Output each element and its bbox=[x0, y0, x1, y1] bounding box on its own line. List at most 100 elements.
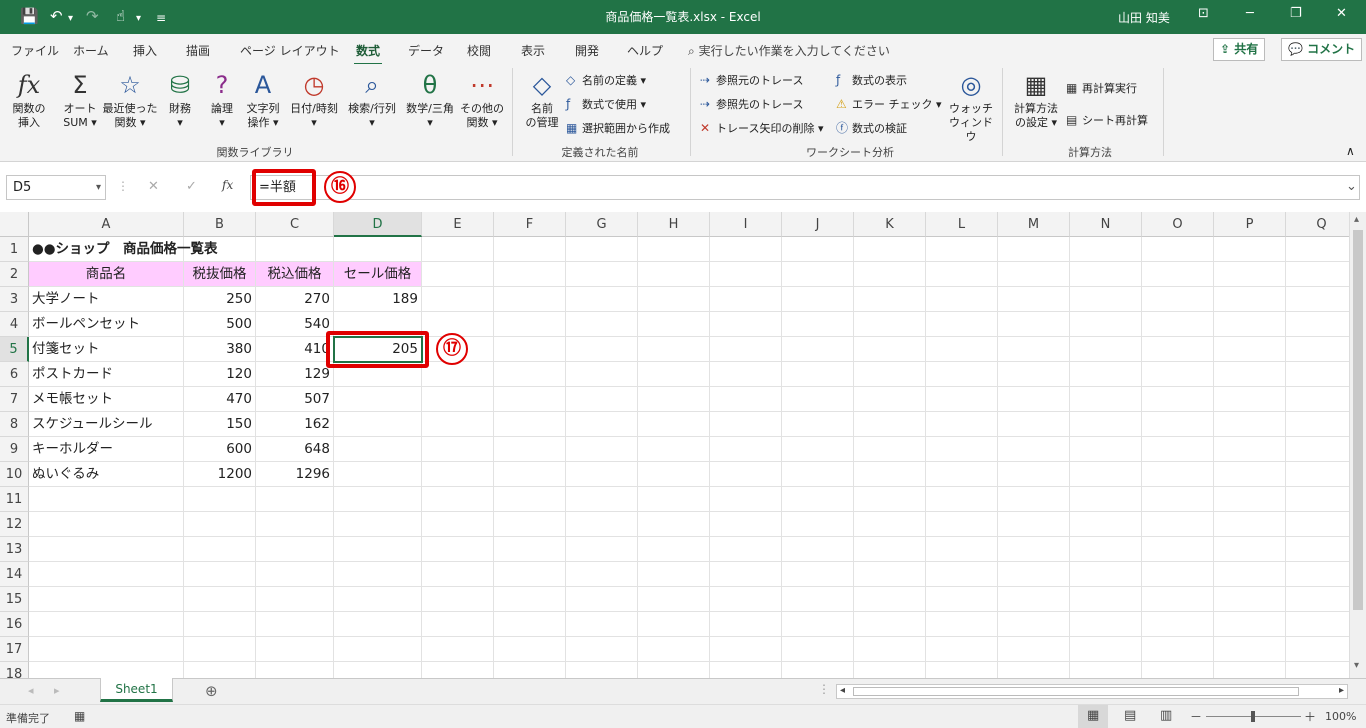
column-header-a[interactable]: A bbox=[29, 212, 184, 237]
row-header-18[interactable]: 18 bbox=[0, 662, 29, 678]
column-header-n[interactable]: N bbox=[1070, 212, 1142, 237]
calculate-sheet-button[interactable]: ▤ シート再計算 bbox=[1066, 113, 1148, 128]
row-header-7[interactable]: 7 bbox=[0, 387, 29, 412]
cell-c2[interactable]: 税込価格 bbox=[256, 262, 334, 287]
row-header-16[interactable]: 16 bbox=[0, 612, 29, 637]
row-header-3[interactable]: 3 bbox=[0, 287, 29, 312]
tab-split-grip-icon[interactable]: ⋮ bbox=[818, 682, 830, 696]
recently-used-button[interactable]: ☆ 最近使った 関数 ▾ bbox=[100, 70, 160, 130]
text-button[interactable]: A 文字列 操作 ▾ bbox=[242, 70, 284, 130]
row-header-13[interactable]: 13 bbox=[0, 537, 29, 562]
zoom-out-icon[interactable]: － bbox=[1190, 708, 1202, 725]
name-manager-button[interactable]: ◇ 名前 の管理 bbox=[520, 70, 564, 130]
restore-icon[interactable]: ❐ bbox=[1290, 6, 1302, 21]
row-header-1[interactable]: 1 bbox=[0, 237, 29, 262]
tab-help[interactable]: ヘルプ bbox=[627, 42, 663, 59]
cell-a1[interactable]: ●●ショップ 商品価格一覧表 bbox=[29, 237, 218, 262]
column-header-c[interactable]: C bbox=[256, 212, 334, 237]
share-button[interactable]: ⇪ 共有 bbox=[1213, 38, 1266, 61]
scroll-left-icon[interactable]: ◂ bbox=[840, 685, 845, 696]
sheet-tab-sheet1[interactable]: Sheet1 bbox=[100, 678, 173, 702]
scroll-right-icon[interactable]: ▸ bbox=[1339, 685, 1344, 696]
horizontal-scrollbar[interactable]: ◂ ▸ bbox=[836, 684, 1348, 699]
cell-a8[interactable]: スケジュールシール bbox=[29, 412, 184, 437]
cell-c9[interactable]: 648 bbox=[256, 437, 334, 462]
tab-formulas[interactable]: 数式 bbox=[353, 42, 383, 66]
lookup-button[interactable]: ⌕ 検索/行列 ▾ bbox=[344, 70, 400, 130]
insert-function-button[interactable]: fx 関数の 挿入 bbox=[6, 70, 52, 130]
cell-c4[interactable]: 540 bbox=[256, 312, 334, 337]
cell-c6[interactable]: 129 bbox=[256, 362, 334, 387]
cell-a7[interactable]: メモ帳セット bbox=[29, 387, 184, 412]
row-header-9[interactable]: 9 bbox=[0, 437, 29, 462]
show-formulas-button[interactable]: ƒ 数式の表示 bbox=[836, 73, 907, 88]
tab-page-layout[interactable]: ページ レイアウト bbox=[240, 42, 340, 59]
cell-b2[interactable]: 税抜価格 bbox=[184, 262, 256, 287]
row-header-5[interactable]: 5 bbox=[0, 337, 29, 362]
row-header-8[interactable]: 8 bbox=[0, 412, 29, 437]
calculate-now-button[interactable]: ▦ 再計算実行 bbox=[1066, 81, 1137, 96]
column-header-e[interactable]: E bbox=[422, 212, 494, 237]
column-header-q[interactable]: Q bbox=[1286, 212, 1358, 237]
cell-a5[interactable]: 付箋セット bbox=[29, 337, 184, 362]
row-header-2[interactable]: 2 bbox=[0, 262, 29, 287]
page-break-view-icon[interactable]: ▥ bbox=[1160, 708, 1172, 723]
row-header-11[interactable]: 11 bbox=[0, 487, 29, 512]
column-header-g[interactable]: G bbox=[566, 212, 638, 237]
row-header-12[interactable]: 12 bbox=[0, 512, 29, 537]
collapse-ribbon-icon[interactable]: ∧ bbox=[1346, 144, 1355, 158]
cell-b3[interactable]: 250 bbox=[184, 287, 256, 312]
page-layout-view-icon[interactable]: ▤ bbox=[1124, 708, 1136, 723]
cell-a2[interactable]: 商品名 bbox=[29, 262, 184, 287]
column-header-i[interactable]: I bbox=[710, 212, 782, 237]
column-header-b[interactable]: B bbox=[184, 212, 256, 237]
column-header-l[interactable]: L bbox=[926, 212, 998, 237]
cell-b6[interactable]: 120 bbox=[184, 362, 256, 387]
trace-dependents-button[interactable]: ⇢ 参照先のトレース bbox=[700, 97, 803, 112]
watch-window-button[interactable]: ◎ ウォッチ ウィンドウ bbox=[946, 70, 996, 144]
column-header-p[interactable]: P bbox=[1214, 212, 1286, 237]
minimize-icon[interactable]: ─ bbox=[1246, 6, 1254, 21]
tab-data[interactable]: データ bbox=[408, 42, 444, 59]
tab-home[interactable]: ホーム bbox=[73, 42, 109, 59]
column-header-o[interactable]: O bbox=[1142, 212, 1214, 237]
tab-view[interactable]: 表示 bbox=[521, 42, 545, 59]
trace-precedents-button[interactable]: ⇢ 参照元のトレース bbox=[700, 73, 803, 88]
column-header-h[interactable]: H bbox=[638, 212, 710, 237]
select-all-corner[interactable] bbox=[0, 212, 29, 237]
math-trig-button[interactable]: θ 数学/三角 ▾ bbox=[401, 70, 459, 130]
cell-a4[interactable]: ボールペンセット bbox=[29, 312, 184, 337]
cell-b5[interactable]: 380 bbox=[184, 337, 256, 362]
scroll-up-icon[interactable]: ▴ bbox=[1354, 214, 1359, 225]
column-header-k[interactable]: K bbox=[854, 212, 926, 237]
cell-b10[interactable]: 1200 bbox=[184, 462, 256, 487]
cell-b7[interactable]: 470 bbox=[184, 387, 256, 412]
zoom-slider-thumb[interactable] bbox=[1251, 711, 1255, 722]
row-header-6[interactable]: 6 bbox=[0, 362, 29, 387]
cell-c10[interactable]: 1296 bbox=[256, 462, 334, 487]
formula-input[interactable]: =半額 bbox=[250, 175, 1360, 200]
evaluate-formula-button[interactable]: ⓕ 数式の検証 bbox=[836, 121, 907, 136]
cancel-icon[interactable]: ✕ bbox=[148, 179, 159, 194]
macro-record-icon[interactable]: ▦ bbox=[74, 709, 85, 723]
row-header-4[interactable]: 4 bbox=[0, 312, 29, 337]
prev-sheet-icon[interactable]: ◂ bbox=[28, 684, 34, 697]
remove-arrows-button[interactable]: ✕ トレース矢印の削除 ▾ bbox=[700, 121, 823, 136]
enter-icon[interactable]: ✓ bbox=[186, 179, 197, 194]
ribbon-display-icon[interactable]: ⊡ bbox=[1198, 6, 1209, 21]
error-checking-button[interactable]: ⚠ エラー チェック ▾ bbox=[836, 97, 942, 112]
next-sheet-icon[interactable]: ▸ bbox=[54, 684, 60, 697]
cell-b9[interactable]: 600 bbox=[184, 437, 256, 462]
cell-d2[interactable]: セール価格 bbox=[334, 262, 422, 287]
autosum-button[interactable]: Σ オート SUM ▾ bbox=[58, 70, 102, 130]
cell-d3[interactable]: 189 bbox=[334, 287, 422, 312]
add-sheet-icon[interactable]: ⊕ bbox=[205, 682, 218, 700]
vertical-scroll-thumb[interactable] bbox=[1353, 230, 1363, 610]
cell-c8[interactable]: 162 bbox=[256, 412, 334, 437]
cell-a6[interactable]: ポストカード bbox=[29, 362, 184, 387]
define-name-button[interactable]: ◇ 名前の定義 ▾ bbox=[566, 73, 646, 88]
expand-formula-bar-icon[interactable]: ⌄ bbox=[1346, 179, 1357, 194]
cell-a3[interactable]: 大学ノート bbox=[29, 287, 184, 312]
column-header-m[interactable]: M bbox=[998, 212, 1070, 237]
insert-function-icon[interactable]: fx bbox=[222, 178, 233, 192]
